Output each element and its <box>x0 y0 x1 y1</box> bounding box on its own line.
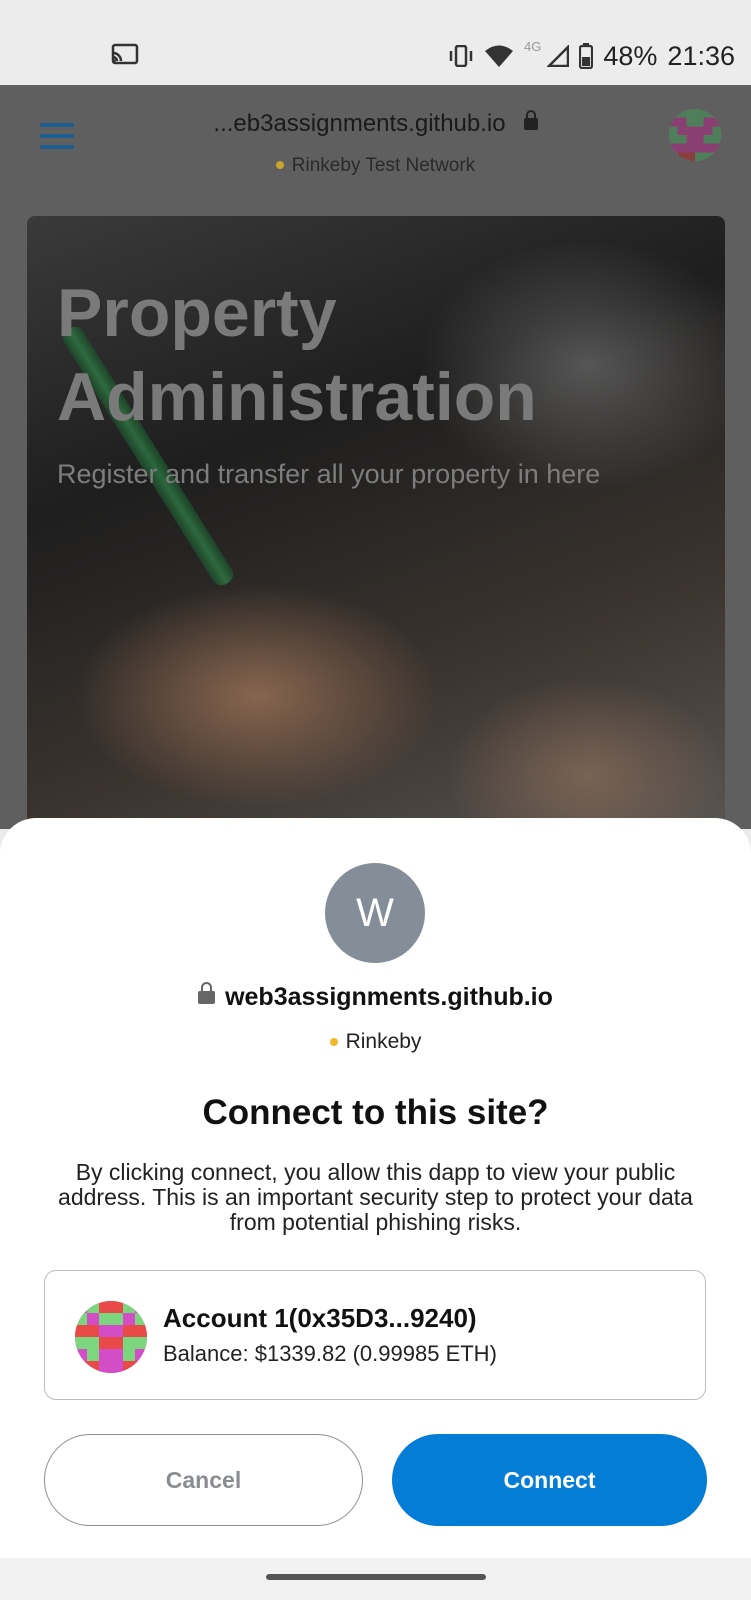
vibrate-icon <box>449 45 473 67</box>
site-network-label: Rinkeby <box>345 1030 422 1053</box>
lock-icon <box>198 982 216 1004</box>
hero-subtitle: Register and transfer all your property … <box>57 459 601 489</box>
network-type: 4G <box>524 38 542 54</box>
site-origin: web3assignments.github.io <box>0 982 751 1012</box>
account-avatar[interactable] <box>669 109 721 161</box>
account-identicon <box>75 1301 147 1373</box>
network-label: Rinkeby Test Network <box>291 155 476 176</box>
hero-banner: Property Administration Register and tran… <box>27 216 725 836</box>
account-name: Account 1(0x35D3...9240) <box>163 1303 477 1333</box>
network-dot-icon <box>329 1038 338 1046</box>
navigation-bar <box>0 1558 751 1600</box>
site-name: web3assignments.github.io <box>225 983 553 1011</box>
signal-icon <box>547 45 570 67</box>
network-dot-icon <box>275 161 284 169</box>
status-bar: 4G 48% 21:36 <box>0 0 751 85</box>
wifi-icon <box>485 45 514 67</box>
network-indicator: Rinkeby Test Network <box>0 155 751 177</box>
lock-icon <box>523 110 538 130</box>
account-balance: Balance: $1339.82 (0.99985 ETH) <box>163 1341 497 1366</box>
clock: 21:36 <box>667 40 735 71</box>
cancel-button[interactable]: Cancel <box>44 1434 363 1526</box>
connect-button[interactable]: Connect <box>392 1434 707 1526</box>
dialog-description: By clicking connect, you allow this dapp… <box>58 1159 693 1235</box>
site-network: Rinkeby <box>0 1030 751 1054</box>
battery-level: 48% <box>603 40 658 71</box>
connect-dialog: W web3assignments.github.io Rinkeby Conn… <box>0 818 751 1558</box>
cast-icon <box>111 43 139 65</box>
browser-header: ...eb3assignments.github.io Rinkeby Test… <box>0 85 751 190</box>
site-avatar: W <box>325 863 425 963</box>
account-selector[interactable]: Account 1(0x35D3...9240) Balance: $1339.… <box>44 1270 706 1400</box>
battery-icon <box>579 43 594 69</box>
url-bar[interactable]: ...eb3assignments.github.io <box>0 110 751 138</box>
dialog-title: Connect to this site? <box>202 1093 549 1132</box>
hero-title: Property Administration <box>57 275 537 435</box>
home-gesture-handle[interactable] <box>266 1574 486 1580</box>
url-text: ...eb3assignments.github.io <box>213 110 506 137</box>
